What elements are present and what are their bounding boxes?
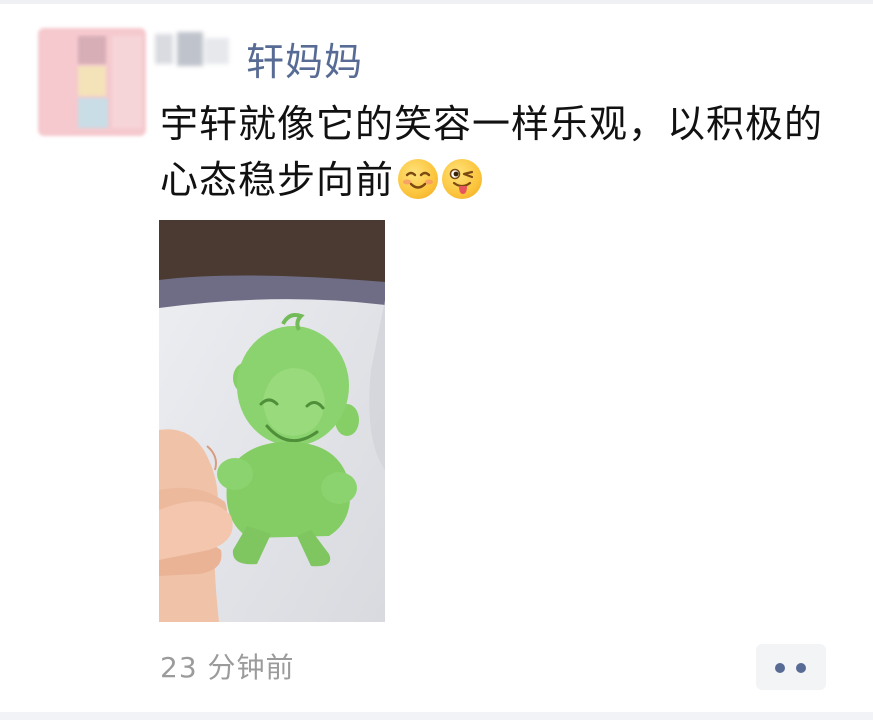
avatar[interactable] [38,28,146,136]
top-divider [0,0,873,4]
dot [796,663,806,673]
smiling-face-icon [398,159,439,199]
post-photo-green-toy[interactable] [159,220,385,622]
blurred-name-prefix [155,32,247,68]
winking-tongue-face-icon [442,159,483,199]
dot [775,663,785,673]
post-timestamp: 23 分钟前 [160,651,295,684]
post-text-block: 宇轩就像它的笑容一样乐观，以积极的心态稳步向前 [160,96,860,208]
username[interactable]: 轩妈妈 [246,38,363,86]
more-dots-icon[interactable] [756,644,826,690]
bottom-divider [0,712,873,720]
post-text: 宇轩就像它的笑容一样乐观，以积极的心态稳步向前 [160,102,824,202]
